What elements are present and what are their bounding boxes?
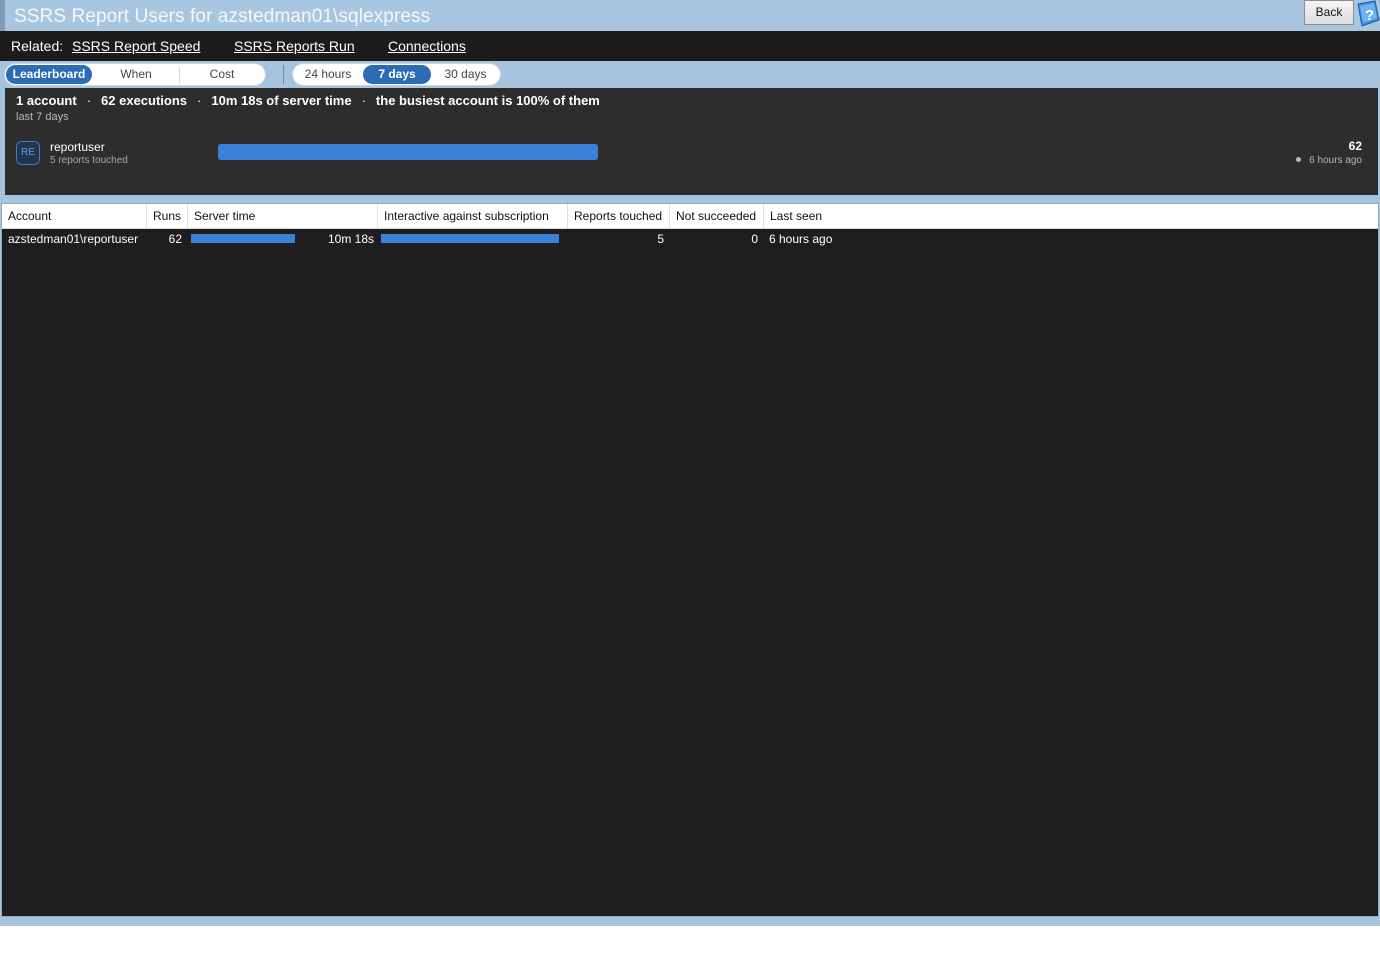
cell-not-succeeded: 0 [751, 232, 758, 246]
link-ssrs-reports-run[interactable]: SSRS Reports Run [234, 38, 355, 54]
col-not-succeeded[interactable]: Not succeeded [670, 204, 764, 229]
range-7-days[interactable]: 7 days [363, 65, 431, 84]
cell-reports-touched: 5 [657, 232, 664, 246]
range-selector: 24 hours 7 days 30 days [292, 63, 501, 86]
leader-name[interactable]: reportuser [50, 140, 105, 154]
summary-period: last 7 days [16, 111, 69, 123]
col-interactive[interactable]: Interactive against subscription [378, 204, 568, 229]
summary-headline: 1 account · 62 executions · 10m 18s of serve… [16, 93, 600, 108]
tab-leaderboard[interactable]: Leaderboard [6, 65, 92, 84]
col-server-time[interactable]: Server time [188, 204, 378, 229]
col-runs[interactable]: Runs [147, 204, 188, 229]
cell-runs: 62 [168, 232, 182, 246]
range-30-days[interactable]: 30 days [432, 65, 499, 84]
grid-header: Account Runs Server time Interactive aga… [2, 204, 1378, 229]
leader-bar-track [218, 144, 599, 160]
window-title: SSRS Report Users for azstedman01\sqlexp… [14, 6, 431, 27]
leader-share-bar [218, 144, 598, 160]
link-ssrs-report-speed[interactable]: SSRS Report Speed [72, 38, 200, 54]
back-button[interactable]: Back [1304, 0, 1354, 25]
help-icon[interactable]: ? [1355, 0, 1380, 27]
leader-last-seen-text: 6 hours ago [1309, 155, 1362, 166]
svg-text:?: ? [1365, 7, 1374, 24]
status-dot-icon [1296, 157, 1302, 162]
summary-accounts: 1 account [16, 93, 77, 108]
view-selector: Leaderboard When Cost [4, 63, 266, 86]
leader-last-seen: 6 hours ago [1296, 155, 1362, 166]
leader-subtitle: 5 reports touched [50, 155, 128, 166]
avatar: RE [16, 141, 40, 165]
cell-server-time: 10m 18s [327, 232, 374, 246]
tab-cost[interactable]: Cost [180, 65, 264, 84]
col-reports-touched[interactable]: Reports touched [568, 204, 670, 229]
cell-last-seen: 6 hours ago [769, 232, 833, 246]
related-label: Related: [11, 38, 64, 54]
interactive-bar [381, 234, 559, 243]
summary-server-time: 10m 18s of server time [211, 93, 352, 108]
app-window: SSRS Report Users for azstedman01\sqlexp… [0, 0, 1380, 926]
summary-separator: · [361, 93, 366, 108]
bottom-divider [0, 924, 1380, 925]
summary-busiest: the busiest account is 100% of them [375, 93, 600, 108]
link-connections[interactable]: Connections [388, 38, 466, 54]
range-24-hours[interactable]: 24 hours [294, 65, 362, 84]
col-last-seen[interactable]: Last seen [764, 204, 1378, 229]
related-bar: Related: SSRS Report Speed SSRS Reports … [0, 31, 1380, 61]
table-row[interactable]: azstedman01\reportuser 62 10m 18s 5 0 6 … [2, 229, 1378, 249]
title-bar: SSRS Report Users for azstedman01\sqlexp… [0, 0, 1380, 31]
accounts-grid: Account Runs Server time Interactive aga… [1, 203, 1379, 917]
leader-count: 62 [1348, 139, 1362, 153]
tab-when[interactable]: When [93, 65, 179, 84]
toolbar-separator [283, 65, 284, 84]
summary-executions: 62 executions [101, 93, 188, 108]
summary-panel: 1 account · 62 executions · 10m 18s of serve… [5, 88, 1378, 195]
col-account[interactable]: Account [2, 204, 147, 229]
server-time-bar [191, 234, 295, 243]
title-bar-edge [0, 0, 5, 31]
summary-separator: · [86, 93, 92, 108]
cell-account: azstedman01\reportuser [8, 232, 139, 246]
summary-separator: · [197, 93, 202, 108]
